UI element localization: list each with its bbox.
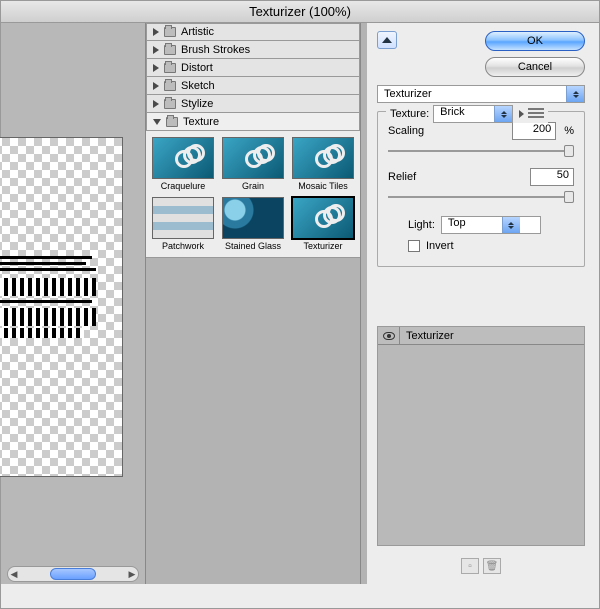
relief-input[interactable]: 50 bbox=[530, 168, 574, 186]
category-sketch[interactable]: Sketch bbox=[146, 77, 360, 95]
filter-select-value: Texturizer bbox=[378, 88, 566, 100]
scaling-slider[interactable] bbox=[388, 144, 574, 158]
thumb-label: Mosaic Tiles bbox=[292, 181, 354, 191]
texture-type-select[interactable]: Brick bbox=[433, 105, 513, 123]
effect-layer-name: Texturizer bbox=[400, 330, 460, 342]
settings-pane: OK Cancel Texturizer Texture: Brick bbox=[367, 23, 599, 584]
effect-layer-row[interactable]: Texturizer bbox=[378, 327, 584, 345]
chevron-up-icon bbox=[382, 37, 392, 43]
relief-label: Relief bbox=[388, 171, 440, 183]
folder-icon bbox=[164, 99, 176, 109]
texture-thumbnails: Craquelure Grain Mosaic Tiles Patchwork bbox=[146, 131, 360, 258]
disclosure-triangle-icon bbox=[153, 100, 159, 108]
texture-grain[interactable]: Grain bbox=[222, 137, 284, 191]
category-stylize[interactable]: Stylize bbox=[146, 95, 360, 113]
scroll-left-arrow[interactable]: ◀ bbox=[8, 569, 20, 580]
category-label: Artistic bbox=[181, 26, 214, 38]
thumb-label: Grain bbox=[222, 181, 284, 191]
layer-footer: ▫ 🗑 bbox=[377, 554, 585, 578]
scroll-thumb[interactable] bbox=[50, 568, 96, 580]
collapse-button[interactable] bbox=[377, 31, 397, 49]
category-distort[interactable]: Distort bbox=[146, 59, 360, 77]
new-effect-layer-button[interactable]: ▫ bbox=[461, 558, 479, 574]
flyout-triangle-icon bbox=[519, 110, 524, 118]
scaling-input[interactable]: 200 bbox=[512, 122, 556, 140]
category-label: Texture bbox=[183, 116, 219, 128]
eye-icon bbox=[383, 332, 395, 340]
scroll-right-arrow[interactable]: ▶ bbox=[126, 569, 138, 580]
thumb-label: Patchwork bbox=[152, 241, 214, 251]
invert-checkbox[interactable] bbox=[408, 240, 420, 252]
ok-button[interactable]: OK bbox=[485, 31, 585, 51]
texture-texturizer[interactable]: Texturizer bbox=[292, 197, 354, 251]
category-label: Distort bbox=[181, 62, 213, 74]
thumb-label: Texturizer bbox=[292, 241, 354, 251]
disclosure-triangle-icon bbox=[153, 28, 159, 36]
thumb-label: Stained Glass bbox=[222, 241, 284, 251]
light-value: Top bbox=[442, 217, 502, 233]
texture-mosaic-tiles[interactable]: Mosaic Tiles bbox=[292, 137, 354, 191]
category-brush-strokes[interactable]: Brush Strokes bbox=[146, 41, 360, 59]
category-label: Brush Strokes bbox=[181, 44, 250, 56]
updown-caret-icon bbox=[566, 86, 584, 102]
visibility-toggle[interactable] bbox=[378, 327, 400, 344]
light-select[interactable]: Top bbox=[441, 216, 541, 234]
preview-pane: ◀ ▶ bbox=[1, 23, 146, 584]
category-list: Artistic Brush Strokes Distort Sketch bbox=[146, 23, 360, 131]
folder-icon bbox=[164, 81, 176, 91]
disclosure-triangle-icon bbox=[153, 119, 161, 125]
light-label: Light: bbox=[408, 219, 435, 231]
scaling-label: Scaling bbox=[388, 125, 440, 137]
thumb-label: Craquelure bbox=[152, 181, 214, 191]
filter-browser: Artistic Brush Strokes Distort Sketch bbox=[146, 23, 361, 584]
texture-patchwork[interactable]: Patchwork bbox=[152, 197, 214, 251]
delete-effect-layer-button[interactable]: 🗑 bbox=[483, 558, 501, 574]
menu-icon bbox=[528, 108, 544, 120]
category-artistic[interactable]: Artistic bbox=[146, 23, 360, 41]
category-label: Sketch bbox=[181, 80, 215, 92]
window-title: Texturizer (100%) bbox=[1, 1, 599, 23]
relief-slider[interactable] bbox=[388, 190, 574, 204]
texture-group: Texture: Brick Scaling 200 % bbox=[377, 111, 585, 267]
texture-flyout-button[interactable] bbox=[517, 108, 544, 120]
texture-stained-glass[interactable]: Stained Glass bbox=[222, 197, 284, 251]
filter-select[interactable]: Texturizer bbox=[377, 85, 585, 103]
invert-label: Invert bbox=[426, 240, 454, 252]
cancel-button[interactable]: Cancel bbox=[485, 57, 585, 77]
folder-icon bbox=[166, 117, 178, 127]
preview-canvas[interactable] bbox=[0, 137, 123, 477]
percent-symbol: % bbox=[564, 125, 574, 137]
folder-icon bbox=[164, 27, 176, 37]
category-label: Stylize bbox=[181, 98, 213, 110]
filter-dialog-window: Texturizer (100%) ◀ ▶ bbox=[0, 0, 600, 609]
updown-caret-icon bbox=[494, 106, 512, 122]
updown-caret-icon bbox=[502, 217, 520, 233]
disclosure-triangle-icon bbox=[153, 82, 159, 90]
texture-type-value: Brick bbox=[434, 106, 494, 122]
texture-craquelure[interactable]: Craquelure bbox=[152, 137, 214, 191]
folder-icon bbox=[164, 63, 176, 73]
main-area: ◀ ▶ Artistic Brush Strokes bbox=[1, 23, 599, 584]
disclosure-triangle-icon bbox=[153, 46, 159, 54]
disclosure-triangle-icon bbox=[153, 64, 159, 72]
category-texture[interactable]: Texture bbox=[146, 113, 360, 131]
texture-label: Texture: bbox=[390, 108, 429, 120]
folder-icon bbox=[164, 45, 176, 55]
effect-layers-panel: Texturizer bbox=[377, 326, 585, 546]
preview-horizontal-scrollbar[interactable]: ◀ ▶ bbox=[7, 566, 139, 582]
